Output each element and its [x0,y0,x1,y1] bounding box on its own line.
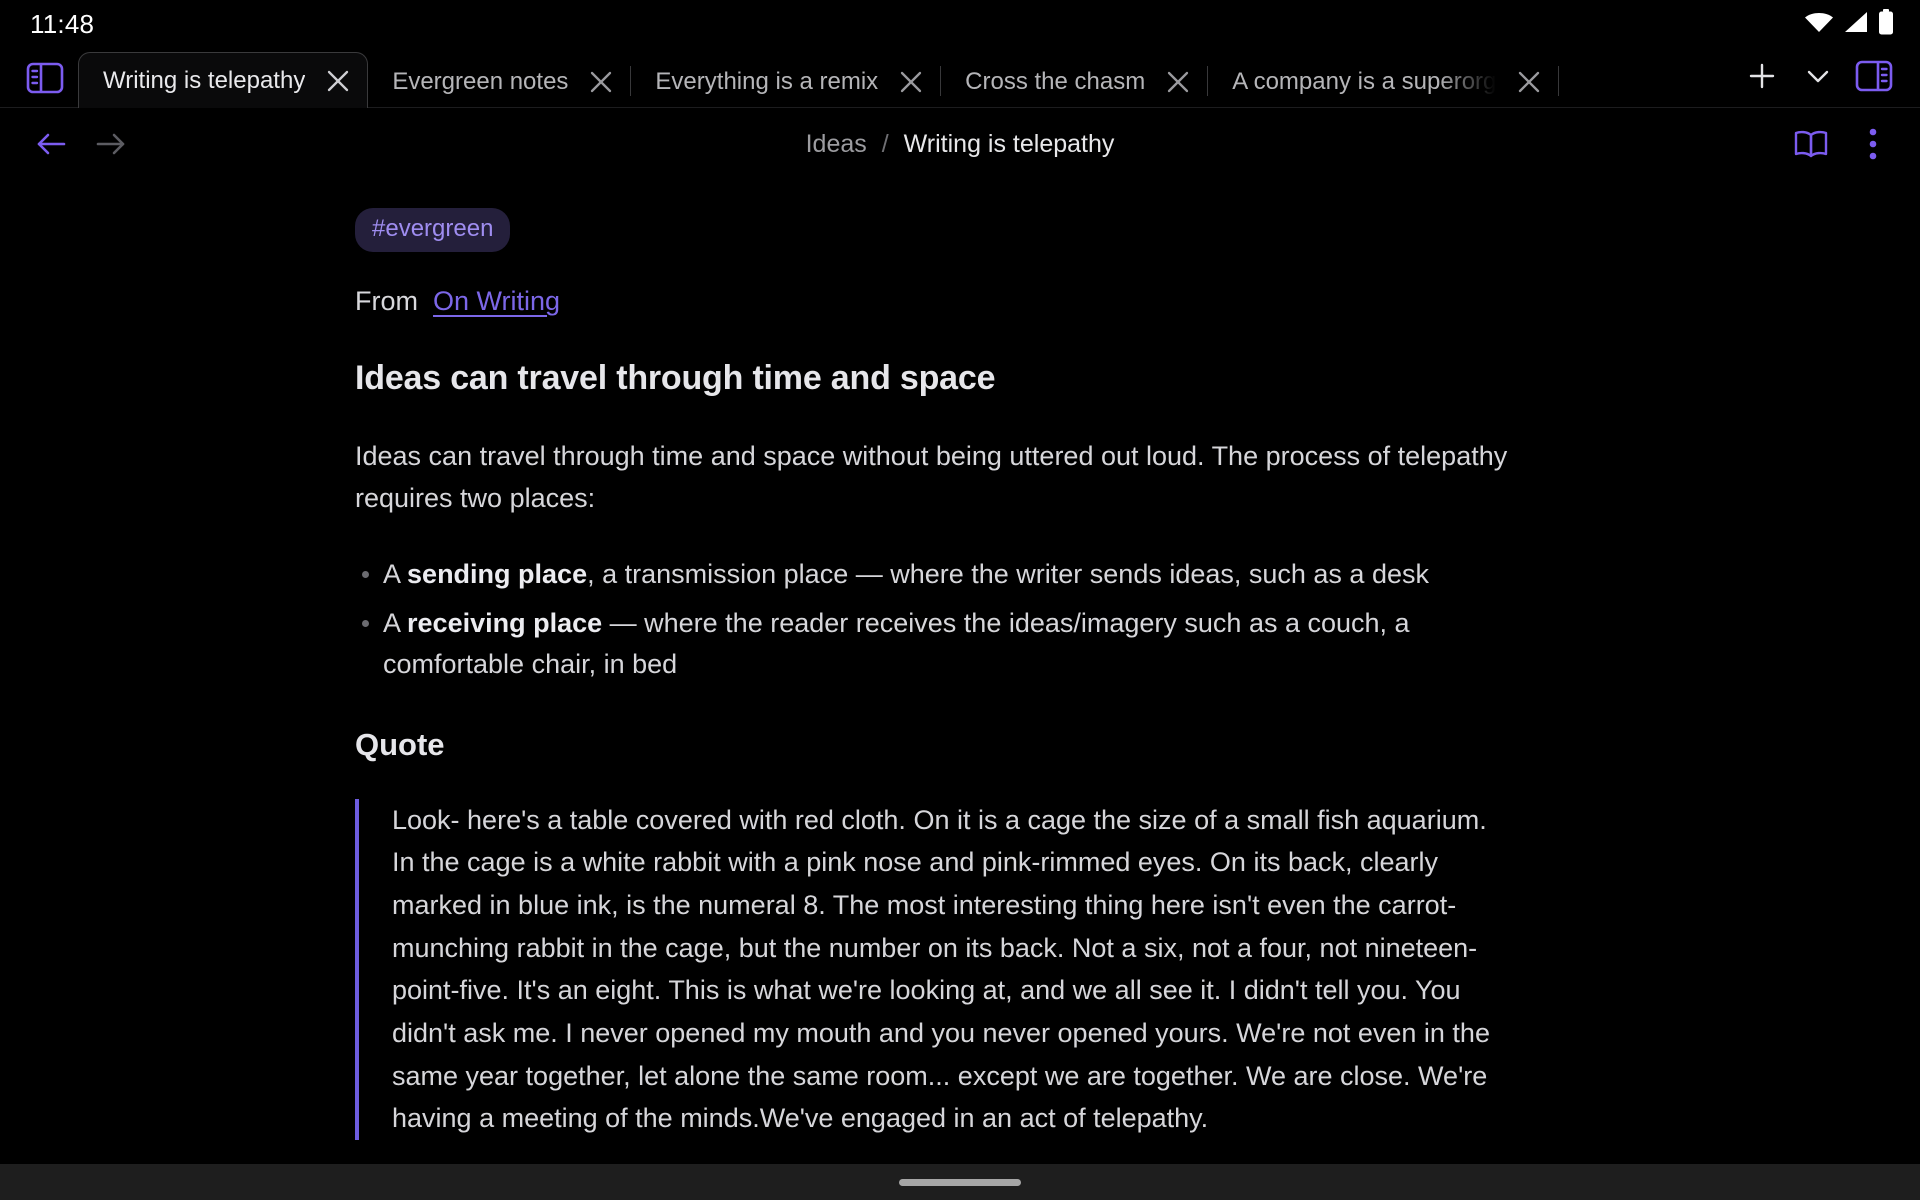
tab-bar: Writing is telepathy Evergreen notes Eve… [0,48,1920,108]
tab-bar-actions [1736,53,1920,99]
bullet-lead: A [383,607,408,638]
app-window: 11:48 Writing is telepathy Evergreen not… [0,0,1920,1200]
document-scroll-area[interactable]: #evergreen From On Writing Ideas can tra… [0,180,1920,1164]
places-list: A sending place, a transmission place — … [355,554,1535,685]
home-indicator[interactable] [899,1178,1021,1186]
quote-block: Look- here's a table covered with red cl… [355,798,1510,1141]
bullet-lead: A [383,558,408,589]
nav-actions [1788,121,1896,167]
sidebar-left-toggle-icon[interactable] [22,55,68,101]
list-item: A sending place, a transmission place — … [355,554,1535,595]
document: #evergreen From On Writing Ideas can tra… [0,180,1920,1141]
close-icon[interactable] [896,67,926,97]
nav-history-controls [30,123,132,165]
close-icon[interactable] [586,67,616,97]
sidebar-right-toggle-icon[interactable] [1848,53,1900,99]
tab-label: Evergreen notes [392,68,569,95]
bullet-bold: sending place [407,558,588,589]
breadcrumb: Ideas / Writing is telepathy [0,130,1920,159]
tab-label: Everything is a remix [655,68,879,95]
status-clock: 11:48 [30,8,95,39]
document-heading: Ideas can travel through time and space [355,359,996,397]
close-icon[interactable] [323,66,353,96]
tag-evergreen[interactable]: #evergreen [355,208,511,252]
chevron-down-icon[interactable] [1792,53,1844,99]
plus-icon[interactable] [1736,53,1788,99]
gesture-bar [0,1164,1920,1200]
close-icon[interactable] [1163,67,1193,97]
status-bar: 11:48 [0,0,1920,48]
bullet-rest: , a transmission place — where the write… [587,558,1429,589]
tab-a-company-is-a-superorganism[interactable]: A company is a superorg [1208,56,1558,108]
source-link-on-writing[interactable]: On Writing [433,286,560,316]
quote-heading: Quote [355,726,445,762]
tab-evergreen-notes[interactable]: Evergreen notes [368,56,630,108]
tag-row: #evergreen [355,208,1535,252]
source-prefix: From [355,286,418,316]
breadcrumb-parent[interactable]: Ideas [806,130,867,158]
tab-separator [1558,66,1560,96]
tab-everything-is-a-remix[interactable]: Everything is a remix [631,56,940,108]
close-icon[interactable] [1514,67,1544,97]
bullet-bold: receiving place [407,607,603,638]
list-item: A receiving place — where the reader rec… [355,603,1535,685]
tab-label: Writing is telepathy [103,66,306,94]
navigation-bar: Ideas / Writing is telepathy [0,108,1920,180]
intro-paragraph: Ideas can travel through time and space … [355,441,1508,513]
open-book-icon[interactable] [1788,121,1834,167]
breadcrumb-separator: / [881,129,889,158]
tab-writing-is-telepathy[interactable]: Writing is telepathy [78,52,369,108]
tab-label: A company is a superorg [1232,68,1497,95]
wifi-icon [1804,10,1834,39]
breadcrumb-current[interactable]: Writing is telepathy [904,130,1115,158]
arrow-left-icon[interactable] [30,123,72,165]
tab-label: Cross the chasm [965,68,1146,95]
status-icons [1804,8,1894,40]
source-line: From On Writing [355,286,1535,317]
arrow-right-icon[interactable] [90,123,132,165]
cellular-signal-icon [1843,10,1869,39]
tab-cross-the-chasm[interactable]: Cross the chasm [941,56,1207,108]
more-vertical-icon[interactable] [1850,121,1896,167]
tabs-strip: Writing is telepathy Evergreen notes Eve… [78,48,1736,108]
battery-icon [1878,8,1894,40]
